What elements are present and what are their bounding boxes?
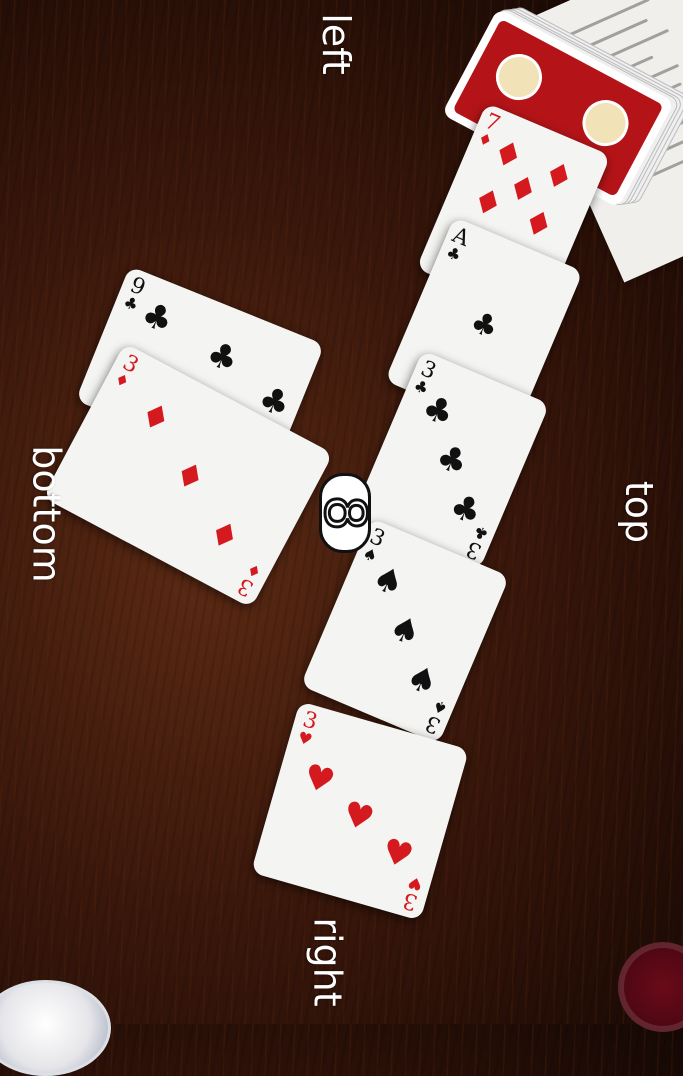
heart-pip: ♥ — [377, 830, 418, 878]
card-corner: 3 ♦ — [233, 558, 265, 601]
pile-count-badge: 8 — [311, 473, 379, 553]
label-top: top — [617, 480, 662, 544]
card-table: 7♦ 7♦ ♦ ♦ ♦ ♦ ♦ ♦ ♦ A♣ A♣ ♣ 3♣ 3♣ ♣ ♣ ♣ — [0, 0, 683, 1076]
heart-pip: ♥ — [338, 793, 379, 841]
white-poker-chip — [0, 980, 111, 1076]
club-pip: ♣ — [135, 293, 179, 343]
spade-pip: ♠ — [366, 557, 410, 606]
spade-pip: ♠ — [383, 606, 427, 656]
red-poker-chip — [618, 942, 683, 1032]
card-corner: A♣ — [443, 222, 473, 266]
diamond-pip: ♦ — [166, 452, 213, 502]
diamond-pip: ♦ — [465, 178, 510, 228]
diamond-pip: ♦ — [200, 511, 247, 561]
label-left: left — [313, 13, 358, 75]
card-corner: 3 ♥ — [399, 872, 425, 915]
diamond-pip: ♦ — [132, 393, 179, 443]
club-pip: ♣ — [200, 333, 244, 382]
label-bottom: bottom — [24, 445, 69, 583]
card-corner: 3 ♦ — [111, 350, 143, 393]
heart-pip: ♥ — [298, 756, 340, 803]
label-right: right — [305, 917, 350, 1007]
card-corner: 3 ♥ — [295, 707, 321, 750]
club-pip: ♣ — [464, 304, 504, 347]
club-pip: ♣ — [430, 436, 474, 485]
